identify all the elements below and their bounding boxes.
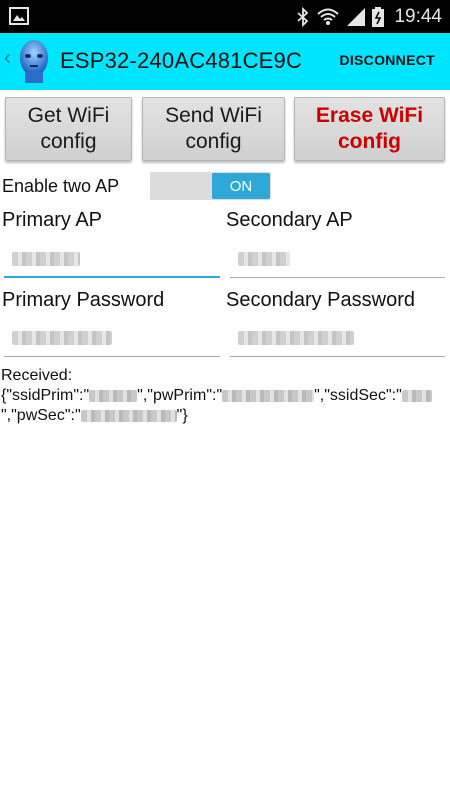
primary-password-label: Primary Password <box>2 289 165 311</box>
primary-ap-label: Primary AP <box>2 209 103 231</box>
received-output: Received: {"ssidPrim":" ","pwPrim":" ","ss… <box>1 366 449 426</box>
wifi-icon <box>317 8 340 25</box>
redacted-value <box>222 389 315 402</box>
status-icons: 19:44 <box>296 0 442 33</box>
received-text: {"ssidPrim":" <box>1 387 90 404</box>
primary-password-redacted-value <box>12 331 112 345</box>
primary-ap-redacted-value <box>12 252 80 266</box>
bluetooth-icon <box>297 6 309 27</box>
back-chevron-icon[interactable]: ‹ <box>4 47 11 70</box>
secondary-ap-redacted-value <box>238 252 290 266</box>
received-text: ","ssidSec":" <box>314 387 402 404</box>
erase-wifi-config-button[interactable]: Erase WiFi config <box>294 97 445 161</box>
status-bar: 19:44 <box>0 0 450 33</box>
app-screen: 19:44 ‹ ESP32-240AC481CE9C DISCONNECT Ge… <box>0 0 450 800</box>
disconnect-button[interactable]: DISCONNECT <box>339 52 435 68</box>
received-line-2: ","pwSec":" "} <box>1 406 449 426</box>
battery-icon <box>372 6 385 27</box>
action-bar: ‹ ESP32-240AC481CE9C DISCONNECT <box>0 33 450 90</box>
enable-two-ap-label: Enable two AP <box>2 176 120 196</box>
received-text: "} <box>176 407 188 424</box>
get-wifi-config-button[interactable]: Get WiFi config <box>5 97 132 161</box>
secondary-password-label: Secondary Password <box>226 289 415 311</box>
toggle-thumb: ON <box>212 173 270 199</box>
received-label: Received: <box>1 367 73 384</box>
status-time: 19:44 <box>394 5 442 27</box>
enable-two-ap-toggle[interactable]: ON <box>150 172 271 200</box>
signal-icon <box>347 7 366 26</box>
app-logo-icon[interactable] <box>17 38 51 84</box>
received-line-1: {"ssidPrim":" ","pwPrim":" ","ssidSec":" <box>1 386 449 406</box>
received-text: ","pwSec":" <box>1 407 81 424</box>
send-wifi-config-button[interactable]: Send WiFi config <box>142 97 285 161</box>
device-title: ESP32-240AC481CE9C <box>60 48 303 73</box>
image-icon <box>9 7 29 25</box>
secondary-password-redacted-value <box>238 331 354 345</box>
redacted-value <box>89 389 138 402</box>
secondary-ap-label: Secondary AP <box>226 209 353 231</box>
redacted-value <box>401 389 432 402</box>
redacted-value <box>80 409 177 422</box>
received-text: ","pwPrim":" <box>137 387 223 404</box>
